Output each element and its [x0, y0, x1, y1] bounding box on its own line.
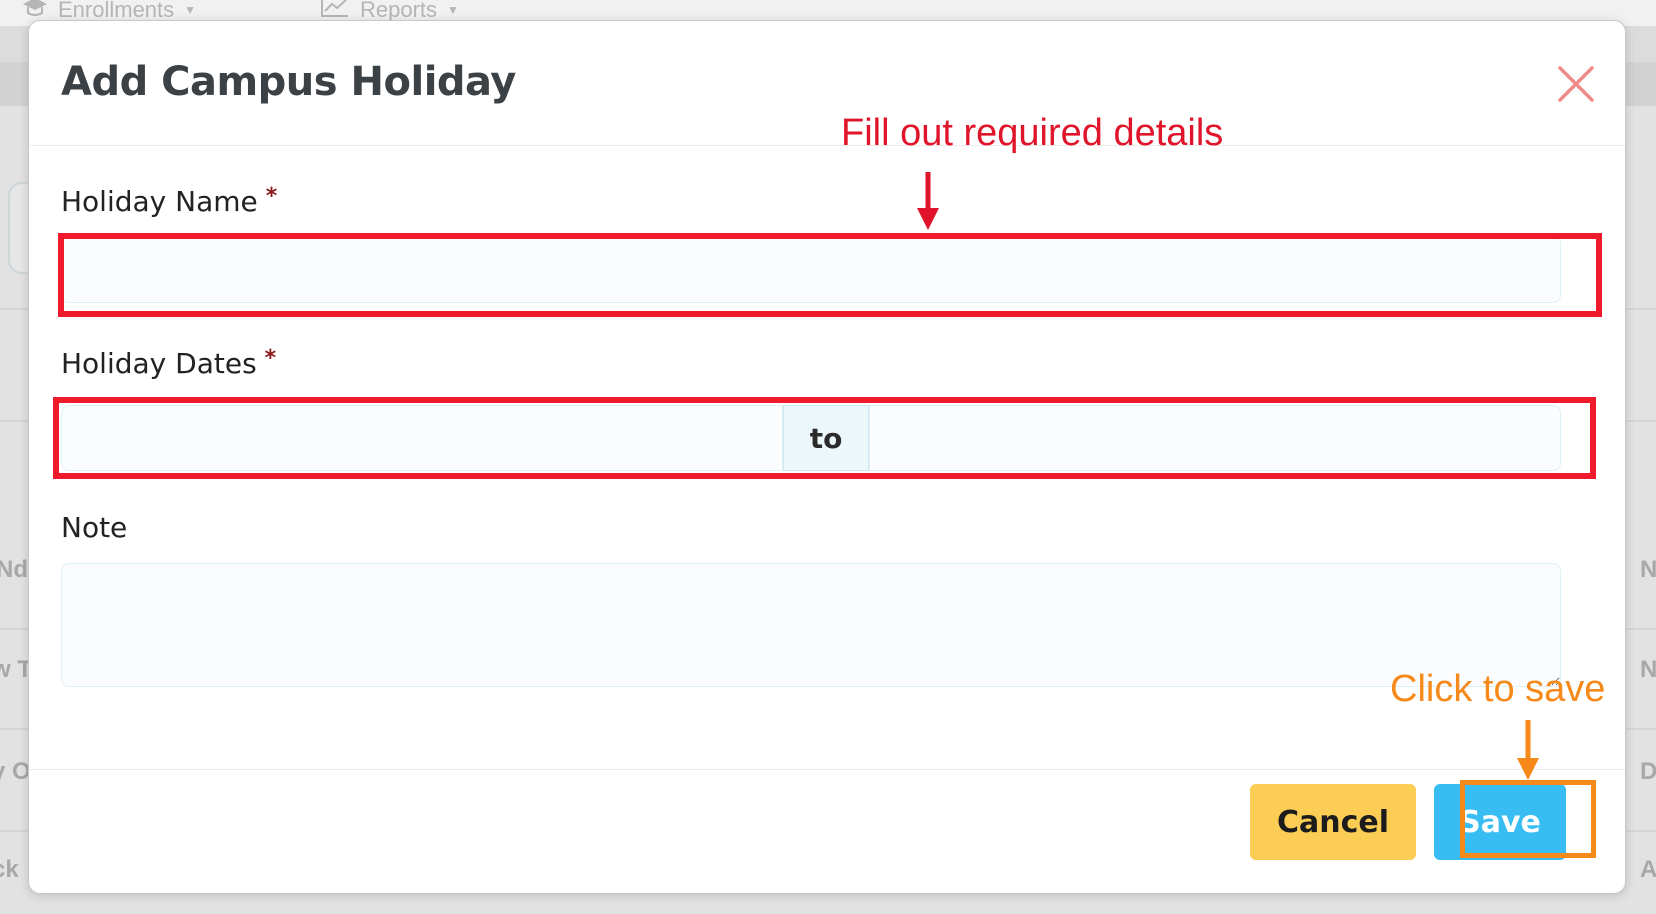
- modal-title: Add Campus Holiday: [61, 59, 516, 105]
- arrow-down-icon: [917, 172, 939, 230]
- required-mark: *: [265, 184, 278, 209]
- holiday-name-label: Holiday Name *: [61, 184, 278, 218]
- background-text: Nd: [0, 556, 28, 583]
- highlight-holiday-dates: [53, 397, 1596, 479]
- annotation-click-save: Click to save: [1390, 668, 1606, 710]
- note-label: Note: [61, 511, 128, 544]
- chevron-down-icon: ▼: [184, 3, 197, 17]
- background-text: N: [1640, 556, 1656, 583]
- background-text: ck: [0, 856, 19, 883]
- background-text: D: [1640, 758, 1656, 785]
- close-icon[interactable]: [1557, 65, 1595, 103]
- holiday-dates-label-text: Holiday Dates: [61, 347, 257, 380]
- highlight-holiday-name: [58, 233, 1602, 317]
- holiday-dates-label: Holiday Dates *: [61, 346, 277, 380]
- annotation-fill-details: Fill out required details: [841, 112, 1224, 154]
- note-textarea[interactable]: [61, 563, 1561, 687]
- chevron-down-icon: ▼: [447, 3, 459, 17]
- background-text: N: [1640, 656, 1656, 683]
- required-mark: *: [264, 346, 277, 371]
- background-text: A: [1640, 856, 1656, 883]
- arrow-down-icon: [1517, 720, 1539, 780]
- cancel-button[interactable]: Cancel: [1250, 784, 1416, 860]
- modal-header: Add Campus Holiday: [29, 21, 1625, 146]
- background-text: y O: [0, 758, 31, 785]
- holiday-name-label-text: Holiday Name: [61, 185, 258, 218]
- highlight-save-button: [1460, 780, 1596, 858]
